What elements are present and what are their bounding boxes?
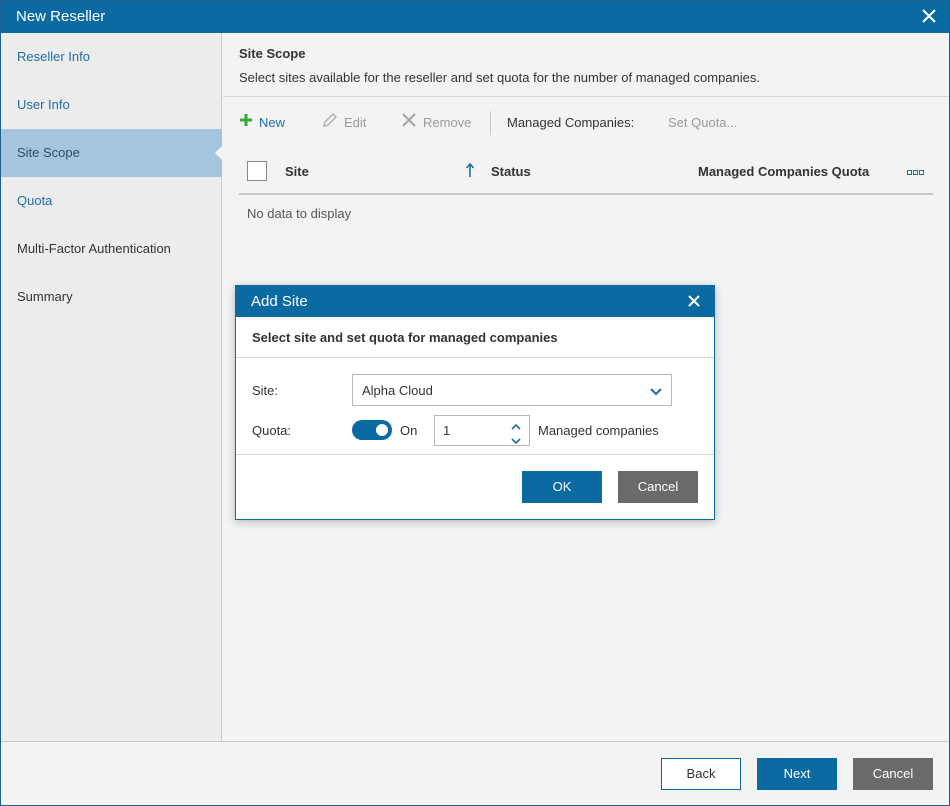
chevron-down-icon[interactable] xyxy=(511,433,521,448)
page-title: Site Scope xyxy=(239,46,306,61)
new-button-label: New xyxy=(259,115,286,130)
add-site-dialog: Add Site Select site and set quota for m… xyxy=(235,285,715,520)
chevron-up-icon[interactable] xyxy=(511,419,521,434)
quota-toggle[interactable] xyxy=(352,420,392,440)
site-select-value: Alpha Cloud xyxy=(362,383,433,398)
edit-button[interactable]: Edit xyxy=(322,113,366,133)
pencil-icon xyxy=(322,112,338,134)
dialog-subtitle: Select site and set quota for managed co… xyxy=(252,330,558,345)
x-icon xyxy=(401,112,417,134)
remove-button-label: Remove xyxy=(423,115,472,130)
wizard-sidebar: Reseller Info User Info Site Scope Quota… xyxy=(1,33,223,741)
sidebar-item-quota[interactable]: Quota xyxy=(1,177,222,225)
dialog-title: Add Site xyxy=(251,293,308,310)
grid-header: Site Status Managed Companies Quota xyxy=(239,155,933,195)
edit-button-label: Edit xyxy=(344,115,367,130)
new-button[interactable]: New xyxy=(239,113,285,133)
grid-empty-text: No data to display xyxy=(247,206,352,221)
sidebar-item-summary[interactable]: Summary xyxy=(1,273,222,321)
close-icon[interactable] xyxy=(919,6,939,26)
window-title: New Reseller xyxy=(16,8,106,25)
page-description: Select sites available for the reseller … xyxy=(239,70,761,85)
toolbar-separator xyxy=(490,111,491,135)
back-button[interactable]: Back xyxy=(661,758,741,790)
toggle-knob xyxy=(376,424,388,436)
ok-button[interactable]: OK xyxy=(522,471,602,503)
column-site[interactable]: Site xyxy=(285,164,309,179)
sidebar-item-multi-factor-authentication[interactable]: Multi-Factor Authentication xyxy=(1,225,222,273)
managed-companies-label: Managed Companies: xyxy=(507,115,635,130)
step-header: Site Scope Select sites available for th… xyxy=(223,33,949,97)
quota-stepper xyxy=(434,415,530,446)
set-quota-button[interactable]: Set Quota... xyxy=(668,113,737,133)
grid-toolbar: New Edit Remove Managed Companies: Set Q… xyxy=(223,105,949,141)
quota-unit-label: Managed companies xyxy=(538,423,659,438)
column-status[interactable]: Status xyxy=(491,164,531,179)
sidebar-item-site-scope[interactable]: Site Scope xyxy=(1,129,223,177)
site-select[interactable]: Alpha Cloud xyxy=(352,374,672,406)
window-titlebar: New Reseller xyxy=(1,1,949,33)
wizard-footer: Back Next Cancel xyxy=(1,741,949,805)
select-all-checkbox[interactable] xyxy=(247,161,267,181)
next-button[interactable]: Next xyxy=(757,758,837,790)
sidebar-item-reseller-info[interactable]: Reseller Info xyxy=(1,33,222,81)
dialog-cancel-button[interactable]: Cancel xyxy=(618,471,698,503)
quota-input[interactable] xyxy=(443,423,503,438)
plus-icon xyxy=(239,113,253,133)
quota-label: Quota: xyxy=(252,423,292,438)
column-chooser-icon[interactable] xyxy=(907,165,925,180)
sort-ascending-icon[interactable] xyxy=(465,162,475,181)
dialog-titlebar: Add Site xyxy=(236,286,714,317)
sidebar-item-user-info[interactable]: User Info xyxy=(1,81,222,129)
close-icon[interactable] xyxy=(686,293,702,309)
remove-button[interactable]: Remove xyxy=(401,113,471,133)
dialog-divider xyxy=(236,454,714,455)
chevron-down-icon xyxy=(650,385,662,400)
dialog-subtitle-area: Select site and set quota for managed co… xyxy=(236,317,714,358)
cancel-button[interactable]: Cancel xyxy=(853,758,933,790)
column-managed-companies-quota[interactable]: Managed Companies Quota xyxy=(698,164,869,179)
quota-toggle-state: On xyxy=(400,423,418,438)
site-label: Site: xyxy=(252,383,279,398)
